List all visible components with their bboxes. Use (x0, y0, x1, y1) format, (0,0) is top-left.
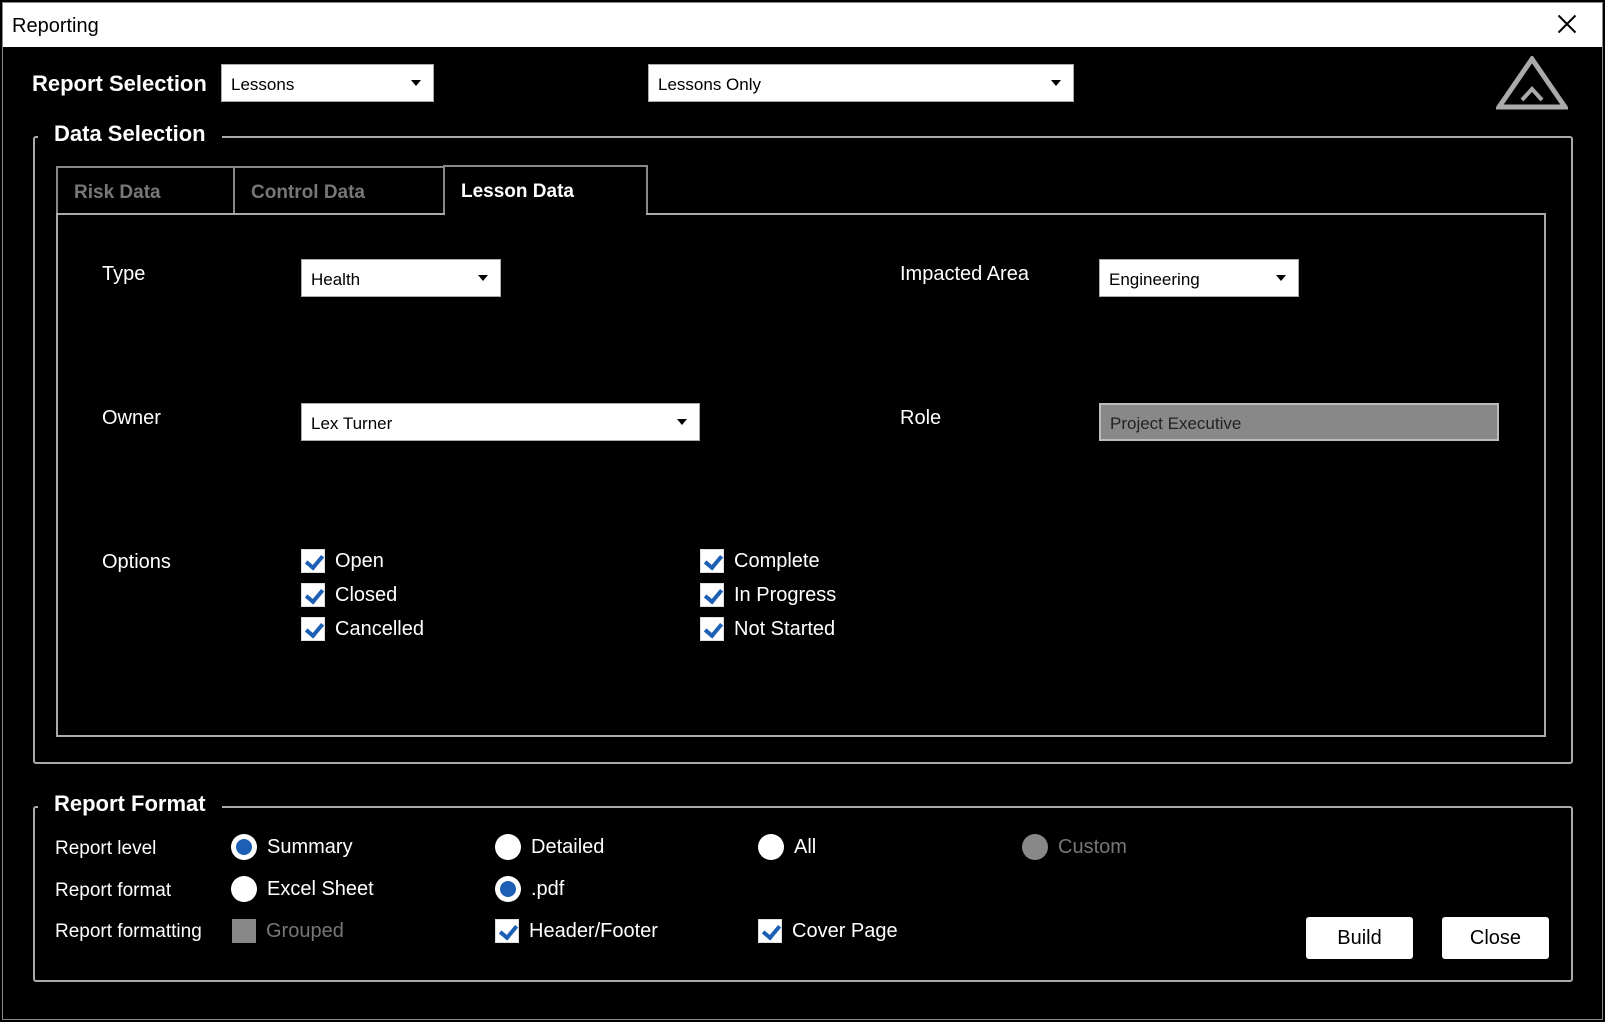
report-type-dropdown[interactable]: Lessons (221, 64, 434, 102)
radio-icon (1022, 834, 1048, 860)
role-field: Project Executive (1099, 403, 1499, 441)
role-label: Role (900, 407, 942, 429)
radio-label: Detailed (531, 835, 605, 858)
level-all-radio[interactable]: All (758, 834, 816, 860)
impacted-area-dropdown[interactable]: Engineering (1099, 259, 1299, 297)
data-selection-legend: Data Selection (38, 121, 222, 147)
checkbox-icon (700, 583, 724, 607)
owner-dropdown[interactable]: Lex Turner (301, 403, 700, 441)
tab-label: Risk Data (74, 182, 161, 203)
tab-risk-data[interactable]: Risk Data (56, 166, 235, 214)
option-open-checkbox[interactable]: Open (301, 549, 384, 573)
option-label: In Progress (734, 583, 837, 606)
active-tab-joiner (445, 212, 646, 216)
chevron-down-icon (1276, 275, 1286, 281)
option-cancelled-checkbox[interactable]: Cancelled (301, 617, 424, 641)
type-value: Health (311, 270, 361, 289)
radio-icon (495, 834, 521, 860)
checkbox-icon (301, 549, 325, 573)
owner-value: Lex Turner (311, 414, 393, 433)
close-button[interactable]: Close (1442, 917, 1549, 959)
title-bar: Reporting (3, 3, 1602, 47)
chevron-down-icon (478, 275, 488, 281)
build-button[interactable]: Build (1306, 917, 1413, 959)
chevron-down-icon (677, 419, 687, 425)
radio-label: All (794, 835, 817, 858)
type-label: Type (102, 263, 146, 285)
option-in-progress-checkbox[interactable]: In Progress (700, 583, 836, 607)
formatting-header-footer-checkbox[interactable]: Header/Footer (495, 919, 658, 943)
radio-label: Summary (267, 835, 353, 858)
report-selection-label: Report Selection (32, 71, 207, 96)
checkbox-icon (301, 617, 325, 641)
format-excel-radio[interactable]: Excel Sheet (231, 876, 374, 902)
tab-lesson-data[interactable]: Lesson Data (443, 165, 648, 215)
checkbox-icon (495, 919, 519, 943)
role-value: Project Executive (1110, 414, 1242, 433)
report-level-label: Report level (55, 838, 157, 859)
tab-label: Lesson Data (461, 181, 574, 202)
report-format-legend: Report Format (38, 791, 222, 817)
checkbox-icon (758, 919, 782, 943)
radio-label: Excel Sheet (267, 877, 374, 900)
checkbox-icon (301, 583, 325, 607)
impacted-area-label: Impacted Area (900, 263, 1029, 285)
checkbox-icon (700, 617, 724, 641)
checkbox-icon (232, 919, 256, 943)
radio-icon (231, 876, 257, 902)
level-summary-radio[interactable]: Summary (231, 834, 353, 860)
option-label: Closed (335, 583, 398, 606)
chevron-down-icon (411, 80, 421, 86)
formatting-cover-page-checkbox[interactable]: Cover Page (758, 919, 898, 943)
chevron-down-icon (1051, 80, 1061, 86)
radio-icon (495, 876, 521, 902)
tab-label: Control Data (251, 182, 365, 203)
formatting-grouped-checkbox: Grouped (232, 919, 344, 943)
option-not-started-checkbox[interactable]: Not Started (700, 617, 835, 641)
tab-control-data[interactable]: Control Data (233, 166, 445, 214)
impacted-area-value: Engineering (1109, 270, 1200, 289)
window-title: Reporting (12, 15, 99, 37)
lesson-data-panel (56, 213, 1546, 737)
checkbox-label: Header/Footer (529, 919, 658, 942)
report-filter-value: Lessons Only (658, 75, 761, 94)
checkbox-label: Grouped (266, 919, 344, 942)
checkbox-icon (700, 549, 724, 573)
option-label: Cancelled (335, 617, 424, 640)
radio-icon (231, 834, 257, 860)
option-closed-checkbox[interactable]: Closed (301, 583, 397, 607)
option-label: Complete (734, 549, 820, 572)
owner-label: Owner (102, 407, 161, 429)
radio-label: Custom (1058, 835, 1127, 858)
report-format-label: Report format (55, 880, 172, 901)
report-type-value: Lessons (231, 75, 295, 94)
type-dropdown[interactable]: Health (301, 259, 501, 297)
format-pdf-radio[interactable]: .pdf (495, 876, 564, 902)
checkbox-label: Cover Page (792, 919, 898, 942)
close-icon[interactable] (1554, 11, 1580, 37)
level-detailed-radio[interactable]: Detailed (495, 834, 604, 860)
radio-icon (758, 834, 784, 860)
level-custom-radio: Custom (1022, 834, 1127, 860)
report-formatting-label: Report formatting (55, 921, 202, 942)
option-complete-checkbox[interactable]: Complete (700, 549, 820, 573)
report-filter-dropdown[interactable]: Lessons Only (648, 64, 1074, 102)
radio-label: .pdf (531, 877, 565, 900)
option-label: Open (335, 549, 384, 572)
logo-icon (1496, 56, 1568, 110)
option-label: Not Started (734, 617, 836, 640)
options-label: Options (102, 551, 171, 573)
